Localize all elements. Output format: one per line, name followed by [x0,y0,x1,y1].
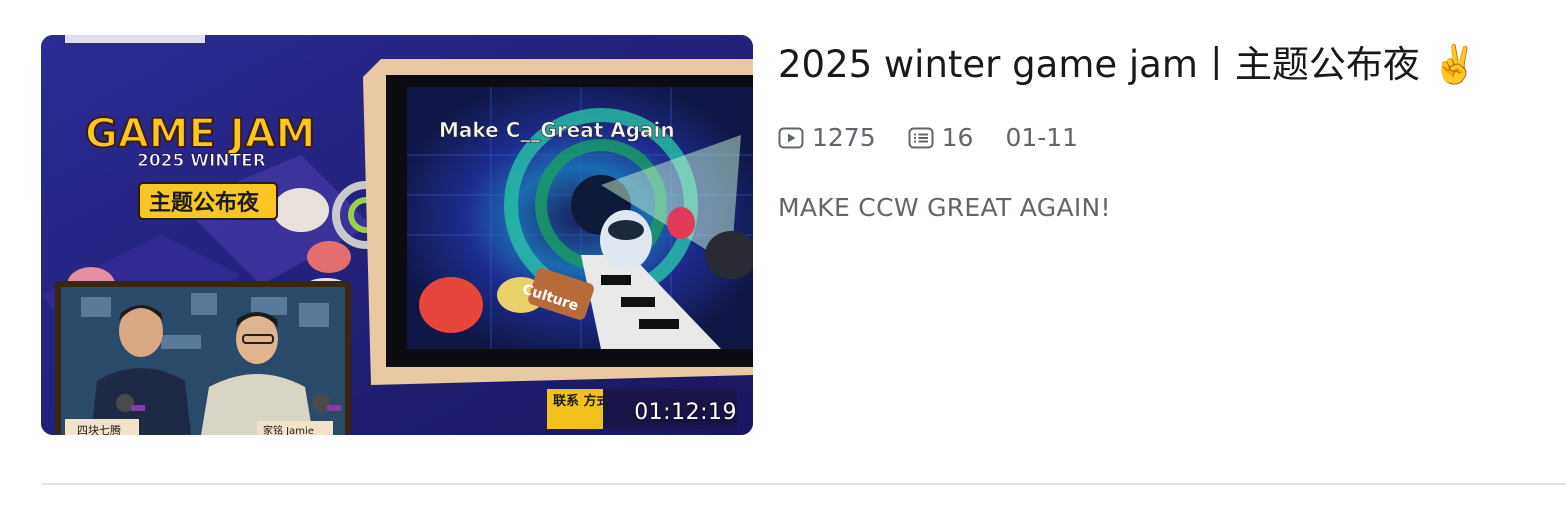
video-description: MAKE CCW GREAT AGAIN! [778,193,1111,222]
thumbnail-artwork: GAME JAM 2025 WINTER 主题公布夜 Culture Make … [41,35,753,435]
play-count-icon [778,127,804,148]
thumbnail-badge: 主题公布夜 [149,190,260,216]
video-title[interactable]: 2025 winter game jam丨主题公布夜 ✌️ [778,35,1538,89]
search-result-page: GAME JAM 2025 WINTER 主题公布夜 Culture Make … [0,0,1566,519]
nameplate-left: 四块七腾 [77,423,121,435]
nameplate-right: 家铭 Jamie [263,424,314,435]
victory-hand-icon: ✌️ [1431,43,1478,86]
publish-date: 01-11 [1005,123,1079,152]
video-card[interactable]: GAME JAM 2025 WINTER 主题公布夜 Culture Make … [41,35,1566,435]
danmaku-icon [908,127,934,148]
video-info: 2025 winter game jam丨主题公布夜 ✌️ 1275 16 01… [778,35,1538,222]
comment-count: 16 [908,123,974,152]
contact-label: 联系 方式 [553,393,610,409]
play-count: 1275 [778,123,876,152]
screen-caption: Make C__Great Again [439,118,675,142]
logo-2025-winter: 2025 WINTER [137,151,266,171]
video-title-text: 2025 winter game jam丨主题公布夜 [778,43,1420,86]
video-stats: 1275 16 01-11 [778,123,1110,152]
comment-count-value: 16 [941,123,974,152]
video-duration: 01:12:19 [634,400,737,425]
video-thumbnail[interactable]: GAME JAM 2025 WINTER 主题公布夜 Culture Make … [41,35,753,435]
divider [41,483,1566,485]
play-count-value: 1275 [812,123,876,152]
